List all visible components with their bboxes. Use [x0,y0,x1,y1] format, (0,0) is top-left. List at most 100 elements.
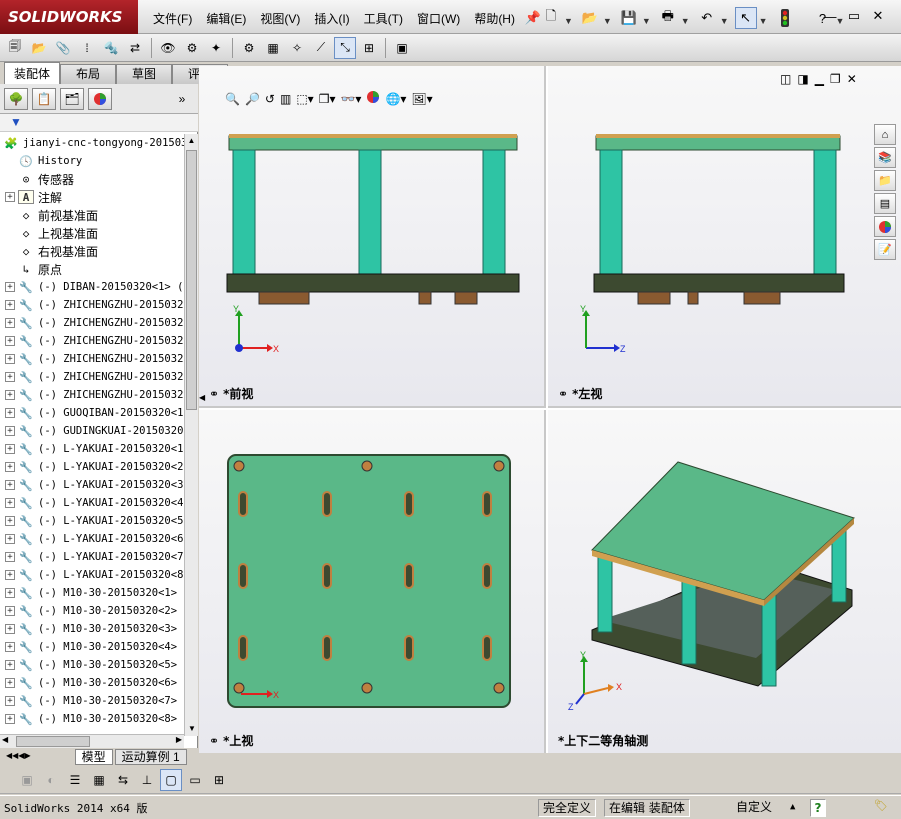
expand-icon[interactable]: + [5,516,15,526]
menu-tools[interactable]: 工具(T) [357,7,410,29]
assembly-features-icon[interactable]: ⚙ [181,37,203,59]
compare-icon[interactable]: ⇆ [112,769,134,791]
expand-icon[interactable]: + [5,714,15,724]
tab-assembly[interactable]: 装配体 [4,62,60,84]
new-document-icon[interactable]: 🗋 [540,7,562,29]
vp-minimize-icon[interactable]: ▁ [815,72,824,86]
smart-fasteners-icon[interactable]: 🔩 [100,37,122,59]
menu-edit[interactable]: 编辑(E) [199,7,253,29]
new-motion-study-icon[interactable]: ⚙ [238,37,260,59]
tab-layout[interactable]: 布局 [60,64,116,84]
tree-item[interactable]: + 🔧 (-) L-YAKUAI-20150320<7 [0,548,183,566]
expand-icon[interactable]: + [5,606,15,616]
tree-horizontal-scrollbar[interactable]: ◀ ▶ [0,734,184,748]
update-speedpak-icon[interactable]: ⊞ [358,37,380,59]
bill-of-materials-icon[interactable]: ▦ [262,37,284,59]
tree-item[interactable]: + 🔧 (-) M10-30-20150320<1> [0,584,177,602]
expand-icon[interactable]: + [5,300,15,310]
maximize-icon[interactable]: ▭ [846,8,862,24]
tree-item[interactable]: + 🔧 (-) ZHICHENGZHU-2015032 [0,368,183,386]
linear-pattern-icon[interactable]: ⁞ [76,37,98,59]
print-icon[interactable]: 🖶 [657,7,679,29]
view-settings-icon[interactable]: 🖼▾ [411,92,432,106]
expand-icon[interactable]: + [5,696,15,706]
select-arrow-icon[interactable]: ↖ [734,7,757,29]
scroll-up-icon[interactable]: ▲ [185,134,198,148]
expand-icon[interactable]: + [5,354,15,364]
previous-view-icon[interactable]: ↺ [265,92,275,106]
tree-item[interactable]: + 🔧 (-) M10-30-20150320<6> [0,674,177,692]
menu-file[interactable]: 文件(F) [146,7,199,29]
expand-icon[interactable]: + [5,372,15,382]
expand-icon[interactable]: + [5,282,15,292]
scroll-right-icon[interactable]: ▶ [176,735,182,744]
view-palette-icon[interactable]: ▤ [874,193,896,214]
take-snapshot-icon[interactable]: ▣ [391,37,413,59]
expand-icon[interactable]: + [5,426,15,436]
instant3d-icon[interactable]: ⤡ [334,36,356,59]
link-views-icon[interactable]: ⚭ [209,387,219,401]
nav-arrows[interactable]: ◀◀◀▶ [4,749,33,765]
mate-icon[interactable]: 📎 [52,37,74,59]
tree-item[interactable]: + 🔧 (-) M10-30-20150320<5> [0,656,177,674]
design-library-icon[interactable]: 📚 [874,147,896,168]
viewport-isometric[interactable]: Y X Z *上下二等角轴测 [548,410,901,753]
tree-item[interactable]: + 🔧 (-) ZHICHENGZHU-2015032 [0,332,183,350]
scroll-thumb[interactable] [186,150,197,410]
axes-icon[interactable]: ⊥ [136,769,158,791]
file-explorer-icon[interactable]: 📁 [874,170,896,191]
tree-item[interactable]: ◇ 上视基准面 [0,224,98,242]
show-hidden-icon[interactable]: 👁 [157,37,179,59]
viewport-top[interactable]: X ⚭ *上视 [199,410,546,753]
link-views-icon[interactable]: ⚭ [558,387,568,401]
expand-icon[interactable]: + [5,642,15,652]
top-view-model[interactable] [225,452,515,712]
tree-item[interactable]: ↳ 原点 [0,260,62,278]
expand-icon[interactable]: + [5,462,15,472]
units-status[interactable]: 自定义 [732,799,776,817]
tree-item[interactable]: + 🔧 (-) L-YAKUAI-20150320<3 [0,476,183,494]
tree-item[interactable]: + 🔧 (-) M10-30-20150320<8> [0,710,177,728]
section-view-icon[interactable]: ▥ [280,92,291,106]
zoom-to-area-icon[interactable]: 🔎 [245,92,260,106]
expand-icon[interactable]: + [5,624,15,634]
expand-icon[interactable]: + [5,318,15,328]
expand-icon[interactable]: + [5,678,15,688]
display-manager-icon[interactable] [88,87,112,110]
configuration-manager-icon[interactable]: 🗂 [60,87,84,110]
list-icon[interactable]: ☰ [64,769,86,791]
tree-item[interactable]: 🕓 History [0,152,82,170]
tree-item[interactable]: + 🔧 (-) ZHICHENGZHU-2015032 [0,296,183,314]
help-icon[interactable]: ? [810,799,826,817]
tile-horizontal-icon[interactable]: ◫ [780,72,791,86]
expand-icon[interactable]: + [5,480,15,490]
filter-icon[interactable]: ▼ [10,115,22,129]
units-dropdown-icon[interactable]: ▲ [790,802,795,812]
tree-item[interactable]: + 🔧 (-) ZHICHENGZHU-2015032 [0,314,183,332]
custom-properties-icon[interactable]: 📝 [874,239,896,260]
menu-insert[interactable]: 插入(I) [307,7,356,29]
viewport-front[interactable]: 🔍 🔎 ↺ ▥ ⬚▾ ❒▾ 👓▾ 🌐▾ 🖼▾ X Y ⚭ *前视 [199,66,546,408]
tree-item[interactable]: + 🔧 (-) M10-30-20150320<7> [0,692,177,710]
tree-item[interactable]: + 🔧 (-) DIBAN-20150320<1> ( [0,278,183,296]
scroll-down-icon[interactable]: ▼ [185,722,199,736]
tree-item[interactable]: + 🔧 (-) ZHICHENGZHU-2015032 [0,386,183,404]
save-icon[interactable]: 💾 [618,7,640,29]
tag-icon[interactable]: 🏷 [874,799,888,812]
vp-close-icon[interactable]: ✕ [847,72,857,86]
view-orientation-icon[interactable]: ⬚▾ [296,92,313,106]
expand-icon[interactable]: + [5,552,15,562]
tab-motion-study[interactable]: 运动算例 1 [114,749,187,765]
tree-item[interactable]: ◇ 前视基准面 [0,206,98,224]
expand-icon[interactable]: + [5,192,15,202]
home-icon[interactable]: ⌂ [874,124,896,145]
feature-tree-icon[interactable]: 🌳 [4,87,28,110]
appearances-icon[interactable] [874,216,896,237]
tree-item[interactable]: + 🔧 (-) GUDINGKUAI-20150320 [0,422,183,440]
collapse-panel-icon[interactable]: ◀ [199,388,205,408]
menu-window[interactable]: 窗口(W) [410,7,467,29]
graphics-area[interactable]: 🔍 🔎 ↺ ▥ ⬚▾ ❒▾ 👓▾ 🌐▾ 🖼▾ X Y ⚭ *前视 ◫ ◨ ▁ ❐… [199,66,901,753]
undo-icon[interactable]: ↶ [696,7,718,29]
expand-icon[interactable]: + [5,588,15,598]
expand-icon[interactable]: + [5,390,15,400]
